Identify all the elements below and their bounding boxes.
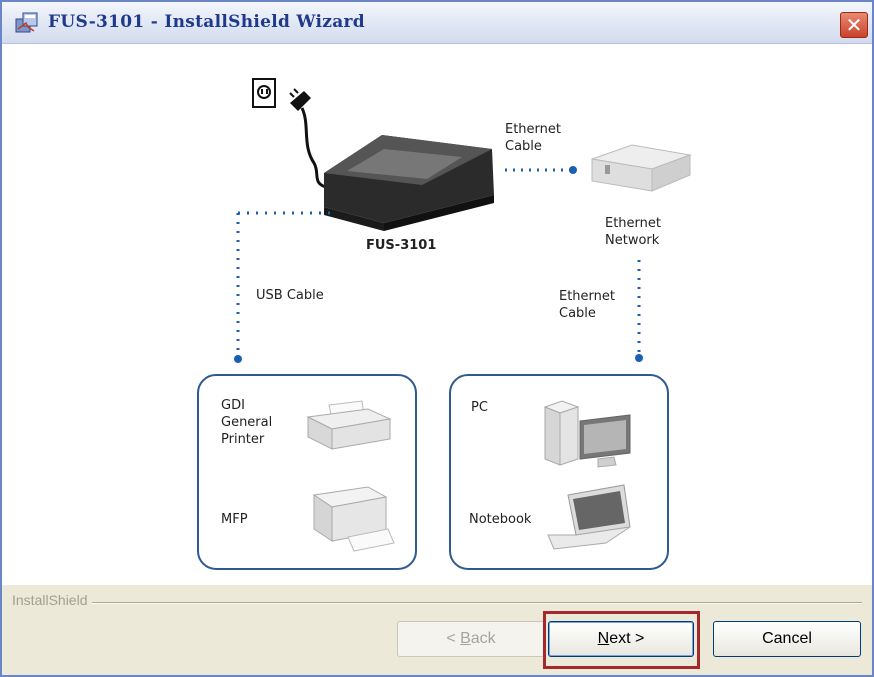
back-button-rest: ack <box>470 630 496 647</box>
window-title: FUS-3101 - InstallShield Wizard <box>48 12 365 32</box>
cancel-button[interactable]: Cancel <box>713 621 861 657</box>
close-icon: ✕ <box>845 13 863 37</box>
fus3101-device-icon <box>324 135 494 231</box>
ethernet-cable-top-dot <box>569 166 577 174</box>
mfp-label: MFP <box>221 512 248 527</box>
power-outlet-icon <box>252 78 276 108</box>
installer-app-icon <box>15 12 38 33</box>
power-cord-icon <box>289 88 327 189</box>
back-button-prefix: < <box>446 630 461 647</box>
gdi-printer-icon <box>306 400 392 450</box>
network-switch-icon <box>591 144 692 192</box>
connection-diagram <box>197 78 692 570</box>
device-label: FUS-3101 <box>366 238 437 253</box>
title-bar[interactable]: FUS-3101 - InstallShield Wizard ✕ <box>2 2 872 44</box>
desktop-pc-icon <box>543 400 631 468</box>
installshield-brand-label: InstallShield <box>12 592 92 608</box>
mfp-printer-icon <box>312 486 395 552</box>
next-button-mnemonic: N <box>597 630 610 647</box>
notebook-label: Notebook <box>469 512 532 527</box>
next-button-rest: ext > <box>609 630 645 647</box>
brand-divider <box>12 602 862 604</box>
pc-label: PC <box>471 400 488 415</box>
usb-cable-dot <box>234 355 242 363</box>
ethernet-cable-right-label: Ethernet Cable <box>559 289 615 321</box>
back-button-mnemonic: B <box>460 630 471 647</box>
notebook-laptop-icon <box>547 484 631 550</box>
close-button[interactable]: ✕ <box>840 12 868 38</box>
ethernet-cable-top-label: Ethernet Cable <box>505 122 561 154</box>
wizard-footer: InstallShield < Back Next > Cancel <box>2 585 872 675</box>
back-button[interactable]: < Back <box>397 621 545 657</box>
gdi-printer-label: GDI General Printer <box>221 398 273 447</box>
next-button[interactable]: Next > <box>548 621 694 657</box>
ethernet-cable-right-dot <box>635 354 643 362</box>
usb-cable-label: USB Cable <box>256 288 324 303</box>
wizard-content: Ethernet Cable FUS-3101 Ethernet Network… <box>2 45 872 585</box>
ethernet-network-label: Ethernet Network <box>605 216 661 248</box>
installer-window: FUS-3101 - InstallShield Wizard ✕ Ethern… <box>0 0 874 677</box>
